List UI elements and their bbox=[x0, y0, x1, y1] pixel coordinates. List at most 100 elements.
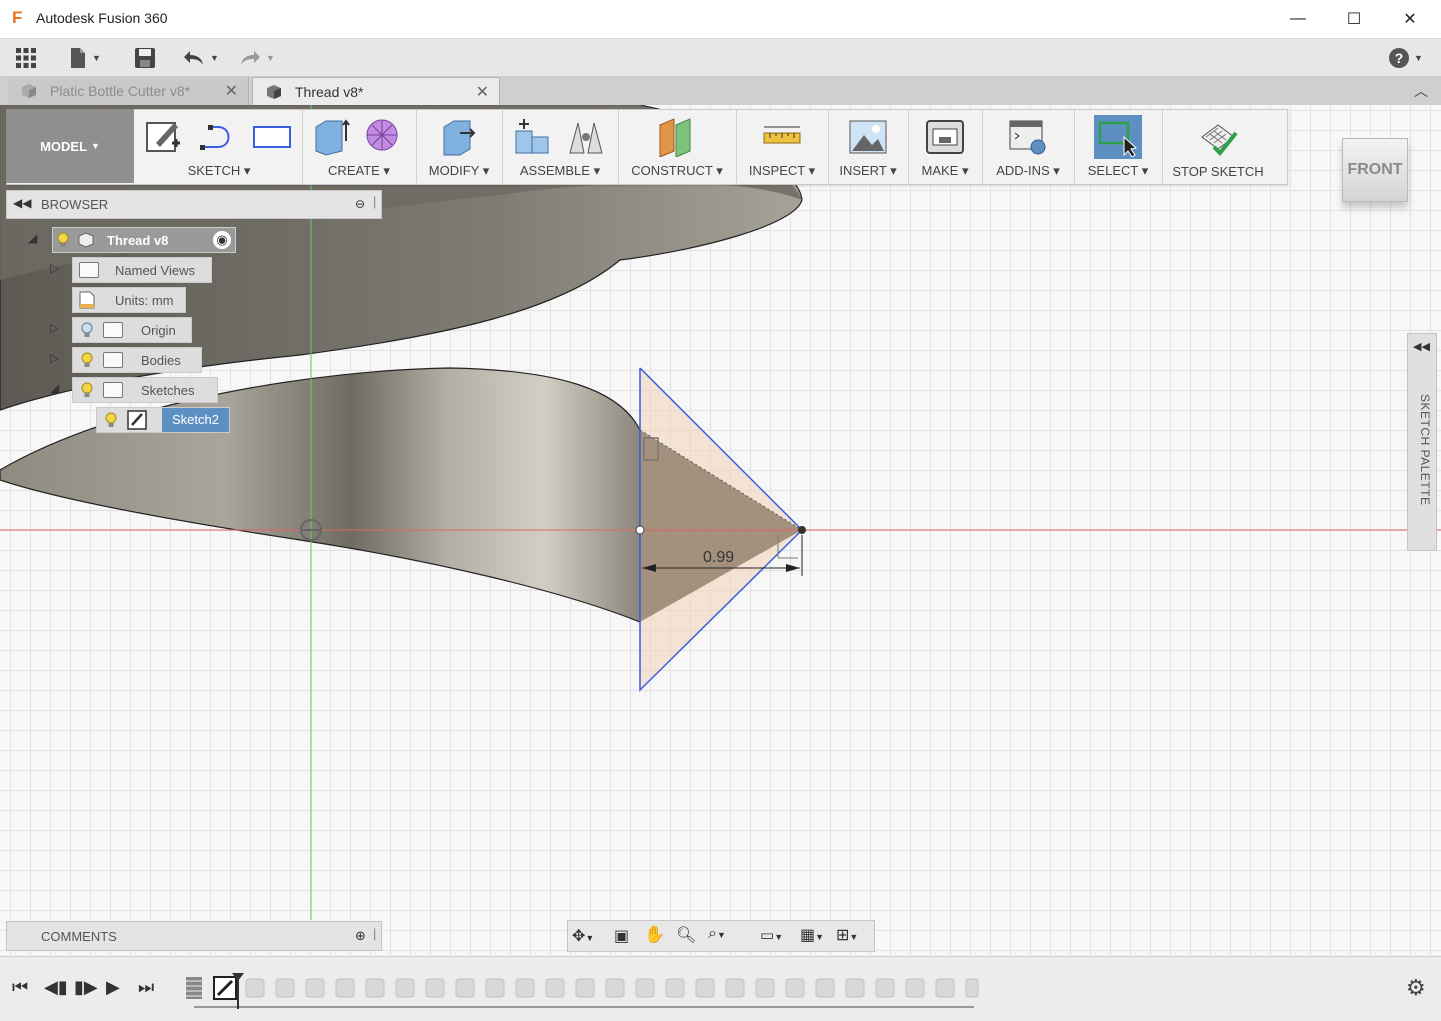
close-icon[interactable]: ✕ bbox=[476, 82, 489, 102]
workspace-switcher-button[interactable]: MODEL ▼ bbox=[6, 109, 134, 183]
close-button[interactable]: ✕ bbox=[1382, 0, 1438, 38]
redo-button[interactable]: ▼ bbox=[238, 45, 275, 71]
chevron-down-icon: ▼ bbox=[266, 53, 275, 63]
rectangle-icon bbox=[253, 126, 291, 148]
collapse-arrow-icon[interactable]: ◢ bbox=[50, 381, 59, 395]
pin-icon[interactable]: | bbox=[373, 194, 376, 209]
sketch-point-end[interactable] bbox=[798, 526, 806, 534]
browser-panel-header[interactable]: ◀◀ BROWSER ⊖ | bbox=[6, 190, 382, 219]
tab-label: Platic Bottle Cutter v8* bbox=[50, 83, 191, 99]
minimize-button[interactable]: — bbox=[1270, 0, 1326, 38]
help-button[interactable]: ? ▼ bbox=[1388, 45, 1423, 71]
browser-root-thread[interactable]: Thread v8 ◉ bbox=[52, 227, 236, 253]
folder-icon bbox=[79, 262, 99, 278]
browser-node-sketches[interactable]: Sketches bbox=[72, 377, 218, 403]
close-icon[interactable]: ✕ bbox=[225, 81, 238, 101]
lightbulb-off-icon[interactable] bbox=[81, 322, 93, 338]
undo-button[interactable]: ▼ bbox=[182, 45, 219, 71]
step-back-icon[interactable]: ◀▮ bbox=[44, 977, 68, 998]
undo-icon bbox=[184, 51, 203, 65]
activate-radio-icon[interactable]: ◉ bbox=[213, 231, 231, 249]
scripts-icon bbox=[1009, 120, 1046, 155]
toolbar-group-make[interactable]: MAKE ▾ bbox=[908, 109, 983, 183]
expand-palette-icon[interactable]: ◀◀ bbox=[1413, 340, 1430, 353]
toolbar-group-construct[interactable]: CONSTRUCT ▾ bbox=[618, 109, 737, 183]
add-comment-icon[interactable]: ⊕ bbox=[355, 928, 366, 944]
viewcube[interactable]: FRONT bbox=[1342, 138, 1408, 202]
title-bar: F Autodesk Fusion 360 — ☐ ✕ bbox=[0, 0, 1441, 39]
grid-settings-icon[interactable]: ▦▼ bbox=[800, 925, 824, 945]
pan-icon[interactable]: ✋ bbox=[644, 925, 665, 945]
lightbulb-icon[interactable] bbox=[81, 382, 93, 398]
expand-arrow-icon[interactable]: ▷ bbox=[50, 261, 59, 275]
chevron-up-icon[interactable]: ︿ bbox=[1414, 81, 1428, 101]
toolbar-group-inspect[interactable]: INSPECT ▾ bbox=[736, 109, 829, 183]
browser-node-origin[interactable]: Origin bbox=[72, 317, 192, 343]
save-button[interactable] bbox=[134, 45, 156, 71]
chevron-down-icon: ▼ bbox=[92, 53, 101, 63]
go-to-start-icon[interactable]: ⏮︎ bbox=[12, 977, 28, 998]
lightbulb-icon[interactable] bbox=[81, 352, 93, 368]
dimension-arrow-right bbox=[786, 564, 800, 572]
go-to-end-icon[interactable]: ⏭︎ bbox=[138, 977, 154, 998]
save-icon bbox=[135, 48, 155, 68]
toolbar-group-assemble[interactable]: ASSEMBLE ▾ bbox=[502, 109, 619, 183]
browser-node-named-views[interactable]: Named Views bbox=[72, 257, 212, 283]
sketch-palette-panel[interactable]: ◀◀ SKETCH PALETTE bbox=[1407, 333, 1437, 551]
select-window-icon bbox=[1098, 121, 1138, 157]
comments-panel[interactable]: COMMENTS ⊕ | bbox=[6, 921, 382, 951]
collapse-icon[interactable]: ◀◀ bbox=[13, 196, 31, 210]
maximize-button[interactable]: ☐ bbox=[1326, 0, 1382, 38]
document-settings-icon bbox=[79, 291, 95, 309]
fit-icon[interactable]: ⌕▼ bbox=[708, 925, 726, 943]
insert-image-icon bbox=[849, 120, 887, 154]
browser-node-units[interactable]: Units: mm bbox=[72, 287, 186, 313]
expand-arrow-icon[interactable]: ▷ bbox=[50, 321, 59, 335]
zoom-icon[interactable]: 🔍︎ bbox=[676, 925, 696, 945]
orbit-icon[interactable]: ✥▼ bbox=[572, 926, 594, 946]
display-settings-icon[interactable]: ▭▼ bbox=[760, 926, 783, 944]
suppressed-feature-icons[interactable] bbox=[245, 978, 979, 998]
browser-node-sketch2[interactable]: Sketch2 bbox=[96, 407, 230, 433]
lightbulb-icon[interactable] bbox=[57, 232, 69, 248]
tab-thread[interactable]: Thread v8* ✕ bbox=[252, 77, 500, 106]
toolbar-group-select[interactable]: SELECT ▾ bbox=[1074, 109, 1163, 183]
toolbar-group-label: INSPECT ▾ bbox=[748, 163, 816, 178]
toolbar-group-insert[interactable]: INSERT ▾ bbox=[828, 109, 909, 183]
tab-label: Thread v8* bbox=[295, 84, 364, 100]
viewports-icon[interactable]: ⊞▼ bbox=[836, 925, 858, 945]
expand-arrow-icon[interactable]: ▷ bbox=[50, 351, 59, 365]
toolbar-group-sketch[interactable]: SKETCH ▾ bbox=[136, 109, 303, 183]
gear-icon[interactable]: ⚙ bbox=[1406, 975, 1426, 1001]
file-menu-button[interactable]: ▼ bbox=[68, 45, 101, 71]
toolbar-group-add-ins[interactable]: ADD-INS ▾ bbox=[982, 109, 1075, 183]
help-icon: ? bbox=[1389, 48, 1409, 68]
browser-node-bodies[interactable]: Bodies bbox=[72, 347, 202, 373]
tab-platic-bottle-cutter[interactable]: Platic Bottle Cutter v8* ✕ bbox=[8, 77, 249, 105]
toolbar-group-create[interactable]: CREATE ▾ bbox=[302, 109, 417, 183]
data-panel-button[interactable] bbox=[14, 45, 38, 71]
navigation-bar: ✥▼ ▣ ✋ 🔍︎ ⌕▼ ▭▼ ▦▼ ⊞▼ bbox=[567, 920, 875, 952]
grid-icon bbox=[16, 48, 36, 68]
stop-sketch-button[interactable]: STOP SKETCH bbox=[1162, 109, 1274, 183]
look-at-icon[interactable]: ▣ bbox=[614, 926, 629, 946]
file-icon bbox=[71, 48, 85, 68]
sketch-feature-icon[interactable] bbox=[213, 976, 237, 1000]
pin-icon[interactable]: | bbox=[373, 926, 376, 941]
minus-circle-icon[interactable]: ⊖ bbox=[355, 197, 365, 211]
lightbulb-icon[interactable] bbox=[105, 412, 117, 428]
sketch-point[interactable] bbox=[635, 525, 645, 535]
step-forward-icon[interactable]: ▮▶ bbox=[74, 977, 98, 998]
thread-feature-icon[interactable] bbox=[186, 977, 202, 999]
chevron-down-icon: ▼ bbox=[91, 141, 100, 151]
toolbar-group-label: ASSEMBLE ▾ bbox=[519, 163, 601, 178]
component-icon bbox=[267, 85, 281, 99]
toolbar-group-label: MODIFY ▾ bbox=[428, 163, 490, 178]
play-icon[interactable]: ▶ bbox=[106, 977, 120, 998]
toolbar-group-label: ADD-INS ▾ bbox=[996, 163, 1060, 178]
timeline-features[interactable] bbox=[182, 971, 982, 1011]
collapse-arrow-icon[interactable]: ◢ bbox=[28, 231, 37, 245]
dimension-value[interactable]: 0.99 bbox=[703, 549, 734, 566]
toolbar-group-modify[interactable]: MODIFY ▾ bbox=[416, 109, 503, 183]
folder-icon bbox=[103, 352, 123, 368]
